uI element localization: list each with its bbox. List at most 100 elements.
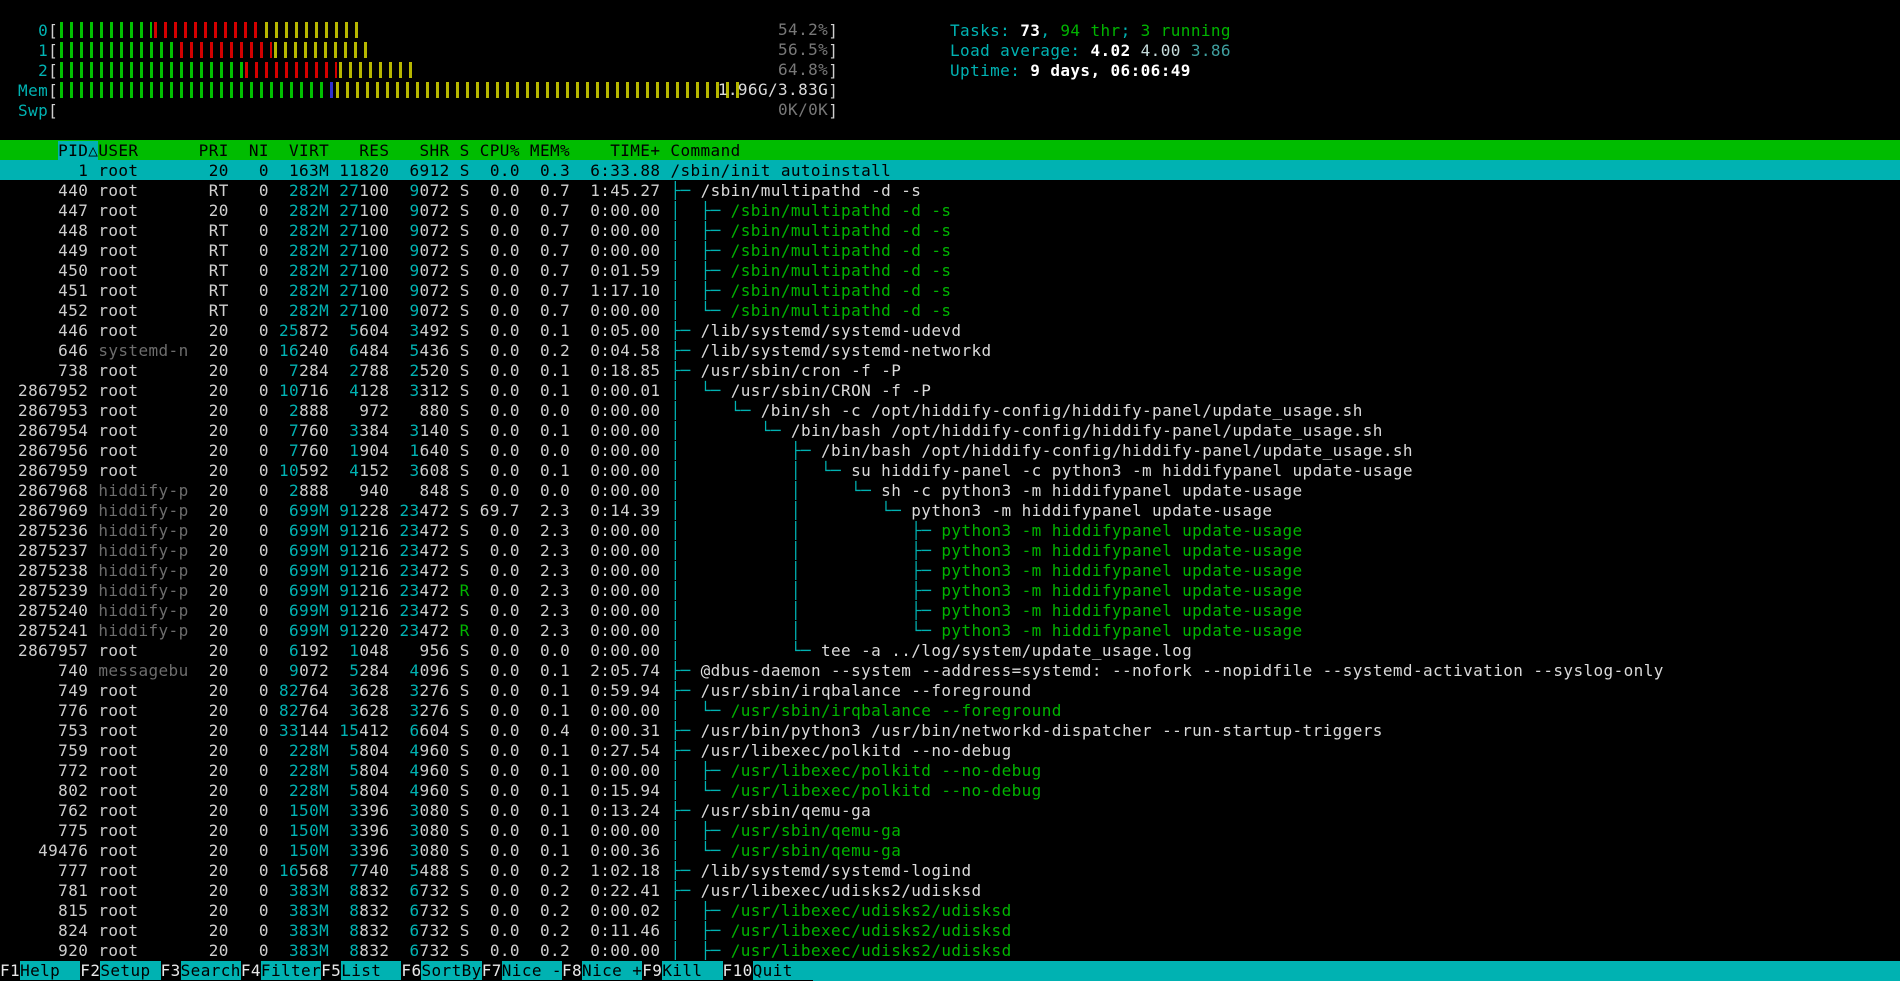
column-header-command[interactable]: Command bbox=[670, 141, 740, 160]
text bbox=[570, 241, 580, 260]
process-row[interactable]: 448 root RT 0 282M 27 100 9 072 S 0.0 0.7 … bbox=[0, 220, 1900, 240]
process-row[interactable]: 775 root 20 0 150M 3 396 3 080 S 0.0 0.1 0… bbox=[0, 821, 1900, 841]
fnkey-f10[interactable]: F10 bbox=[723, 961, 753, 980]
fnkey-f6[interactable]: F6 bbox=[401, 961, 421, 980]
text bbox=[189, 361, 199, 380]
column-header-ni[interactable]: NI bbox=[239, 141, 269, 160]
cpu-cell: 0.0 bbox=[479, 400, 520, 420]
column-header-res[interactable]: RES bbox=[339, 141, 389, 160]
fnlabel-help[interactable]: Help bbox=[20, 961, 81, 981]
process-row[interactable]: 2875237 hiddify-p 20 0 699M 91 216 23 472 … bbox=[0, 541, 1900, 561]
tasks-summary-token: Tasks: bbox=[950, 20, 1021, 40]
shr-cell-pad bbox=[399, 221, 409, 240]
process-row[interactable]: 446 root 20 0 25 872 5 604 3 492 S 0.0 0.1 … bbox=[0, 320, 1900, 340]
process-row[interactable]: 762 root 20 0 150M 3 396 3 080 S 0.0 0.1 0… bbox=[0, 801, 1900, 821]
cpu-cell: 0.0 bbox=[479, 901, 520, 921]
command-text: /sbin/multipathd -d -s bbox=[730, 220, 952, 240]
fnlabel-list[interactable]: List bbox=[341, 961, 402, 981]
shr-cell: 3 bbox=[409, 821, 420, 841]
fnkey-f8[interactable]: F8 bbox=[562, 961, 582, 980]
command-text: /usr/sbin/qemu-ga bbox=[700, 801, 872, 821]
fnlabel-quit[interactable]: Quit bbox=[752, 961, 813, 981]
header-gap bbox=[329, 141, 339, 160]
fnkey-f5[interactable]: F5 bbox=[321, 961, 341, 980]
process-row[interactable]: 646 systemd-n 20 0 16 240 6 484 5 436 S 0.0… bbox=[0, 340, 1900, 360]
process-row[interactable]: 740 messagebu 20 0 9 072 5 284 4 096 S 0.0 … bbox=[0, 661, 1900, 681]
fnkey-f9[interactable]: F9 bbox=[642, 961, 662, 980]
process-row[interactable]: 49476 root 20 0 150M 3 396 3 080 S 0.0 0.1… bbox=[0, 841, 1900, 861]
process-row[interactable]: 2875241 hiddify-p 20 0 699M 91 220 23 472 … bbox=[0, 621, 1900, 641]
process-row[interactable]: 2875239 hiddify-p 20 0 699M 91 216 23 472 … bbox=[0, 581, 1900, 601]
time-cell: 1:02.18 bbox=[580, 861, 661, 881]
process-row[interactable]: 447 root 20 0 282M 27 100 9 072 S 0.0 0.7 … bbox=[0, 200, 1900, 220]
column-header-pid[interactable]: PID bbox=[58, 140, 89, 160]
column-header-shr[interactable]: SHR bbox=[399, 141, 449, 160]
process-row[interactable]: 2875240 hiddify-p 20 0 699M 91 216 23 472 … bbox=[0, 601, 1900, 621]
virt-cell-pad bbox=[279, 541, 289, 560]
process-row[interactable]: 452 root RT 0 282M 27 100 9 072 S 0.0 0.7 … bbox=[0, 300, 1900, 320]
process-row[interactable]: 2867952 root 20 0 10 716 4 128 3 312 S 0.0 … bbox=[0, 380, 1900, 400]
res-cell-pad bbox=[339, 901, 349, 920]
shr-cell: 9 bbox=[409, 280, 420, 300]
column-header-mem[interactable]: MEM% bbox=[530, 141, 570, 160]
process-row[interactable]: 2875236 hiddify-p 20 0 699M 91 216 23 472 … bbox=[0, 521, 1900, 541]
process-row[interactable]: 920 root 20 0 383M 8 832 6 732 S 0.0 0.2 0… bbox=[0, 941, 1900, 961]
command-text: python3 -m hiddifypanel update-usage bbox=[941, 581, 1303, 601]
process-row[interactable]: 815 root 20 0 383M 8 832 6 732 S 0.0 0.2 0… bbox=[0, 901, 1900, 921]
fnlabel-nice[interactable]: Nice - bbox=[501, 961, 562, 981]
fnkey-f3[interactable]: F3 bbox=[161, 961, 181, 980]
column-header-cpu[interactable]: CPU% bbox=[480, 141, 520, 160]
column-header-time[interactable]: TIME+ bbox=[580, 141, 660, 160]
column-header-virt[interactable]: VIRT bbox=[279, 141, 329, 160]
process-row[interactable]: 753 root 20 0 33 144 15 412 6 604 S 0.0 0.4… bbox=[0, 721, 1900, 741]
process-row[interactable]: 2867959 root 20 0 10 592 4 152 3 608 S 0.0 … bbox=[0, 460, 1900, 480]
fnkey-f2[interactable]: F2 bbox=[80, 961, 100, 980]
column-header-s[interactable]: S bbox=[460, 141, 470, 160]
process-row[interactable]: 2867968 hiddify-p 20 0 2 888 940 848 S 0.… bbox=[0, 480, 1900, 500]
fnlabel-search[interactable]: Search bbox=[180, 961, 241, 981]
text bbox=[229, 581, 239, 600]
process-row[interactable]: 749 root 20 0 82 764 3 628 3 276 S 0.0 0.1 … bbox=[0, 681, 1900, 701]
text bbox=[329, 941, 339, 960]
process-row[interactable]: 802 root 20 0 228M 5 804 4 960 S 0.0 0.1 0… bbox=[0, 781, 1900, 801]
fnkey-f4[interactable]: F4 bbox=[241, 961, 261, 980]
process-row[interactable]: 450 root RT 0 282M 27 100 9 072 S 0.0 0.7 … bbox=[0, 260, 1900, 280]
process-row[interactable]: 2867954 root 20 0 7 760 3 384 3 140 S 0.0 0… bbox=[0, 420, 1900, 440]
process-row[interactable]: 451 root RT 0 282M 27 100 9 072 S 0.0 0.7 … bbox=[0, 280, 1900, 300]
process-row[interactable]: 772 root 20 0 228M 5 804 4 960 S 0.0 0.1 0… bbox=[0, 761, 1900, 781]
tree-branch: │ ├─ bbox=[670, 901, 731, 921]
process-row[interactable]: 449 root RT 0 282M 27 100 9 072 S 0.0 0.7 … bbox=[0, 240, 1900, 260]
process-row[interactable]: 440 root RT 0 282M 27 100 9 072 S 0.0 0.7 … bbox=[0, 180, 1900, 200]
process-row[interactable]: 2867953 root 20 0 2 888 972 880 S 0.0 0.0… bbox=[0, 400, 1900, 420]
process-row[interactable]: 2875238 hiddify-p 20 0 699M 91 216 23 472 … bbox=[0, 561, 1900, 581]
user-cell: root bbox=[98, 300, 189, 320]
tree-branch: │ └─ bbox=[670, 641, 821, 661]
text bbox=[229, 181, 239, 200]
process-row[interactable]: 777 root 20 0 16 568 7 740 5 488 S 0.0 0.2 … bbox=[0, 861, 1900, 881]
fnlabel-filter[interactable]: Filter bbox=[260, 961, 322, 981]
process-row[interactable]: 781 root 20 0 383M 8 832 6 732 S 0.0 0.2 0… bbox=[0, 881, 1900, 901]
text bbox=[470, 421, 480, 440]
process-row[interactable]: 2867969 hiddify-p 20 0 699M 91 228 23 472 … bbox=[0, 501, 1900, 521]
fnlabel-nice[interactable]: Nice + bbox=[582, 961, 643, 981]
process-row[interactable]: 1 root 20 0 163M 11 820 6 912 S 0.0 0.3 6:… bbox=[0, 160, 1900, 181]
process-row[interactable]: 759 root 20 0 228M 5 804 4 960 S 0.0 0.1 0… bbox=[0, 741, 1900, 761]
nice-cell: 0 bbox=[238, 380, 269, 400]
fnlabel-sortby[interactable]: SortBy bbox=[421, 961, 482, 981]
fnkey-f1[interactable]: F1 bbox=[0, 961, 20, 980]
shr-cell: 4 bbox=[409, 661, 420, 681]
column-header-user[interactable]: USER bbox=[98, 141, 188, 160]
text bbox=[470, 381, 480, 400]
process-row[interactable]: 2867957 root 20 0 6 192 1 048 956 S 0.0 0.… bbox=[0, 641, 1900, 661]
process-row[interactable]: 824 root 20 0 383M 8 832 6 732 S 0.0 0.2 0… bbox=[0, 921, 1900, 941]
fnkey-f7[interactable]: F7 bbox=[482, 961, 502, 980]
process-row[interactable]: 2867956 root 20 0 7 760 1 904 1 640 S 0.0 0… bbox=[0, 440, 1900, 460]
command-text: /bin/bash /opt/hiddify-config/hiddify-pa… bbox=[821, 440, 1413, 460]
meter-open-bracket: [ bbox=[48, 20, 59, 40]
fnlabel-kill[interactable]: Kill bbox=[662, 961, 723, 981]
fnlabel-setup[interactable]: Setup bbox=[100, 961, 161, 981]
column-header-pri[interactable]: PRI bbox=[199, 141, 229, 160]
shr-cell-pad bbox=[399, 821, 409, 840]
process-row[interactable]: 738 root 20 0 7 284 2 788 2 520 S 0.0 0.1 0… bbox=[0, 360, 1900, 380]
process-row[interactable]: 776 root 20 0 82 764 3 628 3 276 S 0.0 0.1 … bbox=[0, 701, 1900, 721]
